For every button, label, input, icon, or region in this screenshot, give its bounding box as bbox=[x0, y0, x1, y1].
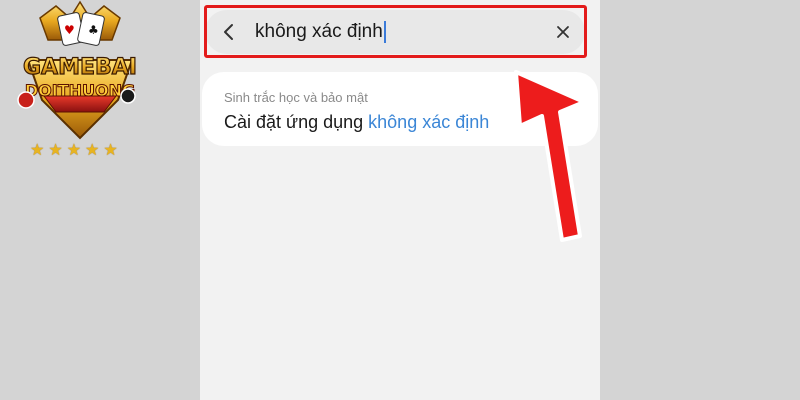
star-icon: ★ bbox=[48, 142, 63, 159]
phone-screen bbox=[200, 0, 600, 400]
star-icon: ★ bbox=[30, 142, 45, 159]
result-category: Sinh trắc học và bảo mật bbox=[224, 90, 368, 105]
svg-text:♣: ♣ bbox=[88, 23, 99, 37]
right-margin bbox=[600, 0, 800, 400]
rating-stars: ★ ★ ★ ★ ★ bbox=[30, 143, 118, 159]
highlight-box bbox=[204, 5, 587, 58]
result-title-match: không xác định bbox=[368, 112, 490, 132]
logo-line2: DOITHUONG bbox=[25, 81, 135, 100]
logo-line1: GAMEBAI bbox=[23, 55, 137, 80]
star-icon: ★ bbox=[85, 142, 100, 159]
result-title-prefix: Cài đặt ứng dụng bbox=[224, 112, 369, 132]
svg-text:♥: ♥ bbox=[64, 23, 75, 37]
star-icon: ★ bbox=[66, 142, 82, 159]
search-result-item[interactable]: Sinh trắc học và bảo mật Cài đặt ứng dụn… bbox=[202, 72, 598, 146]
star-icon: ★ bbox=[103, 142, 118, 159]
result-title: Cài đặt ứng dụng không xác định bbox=[224, 112, 489, 133]
